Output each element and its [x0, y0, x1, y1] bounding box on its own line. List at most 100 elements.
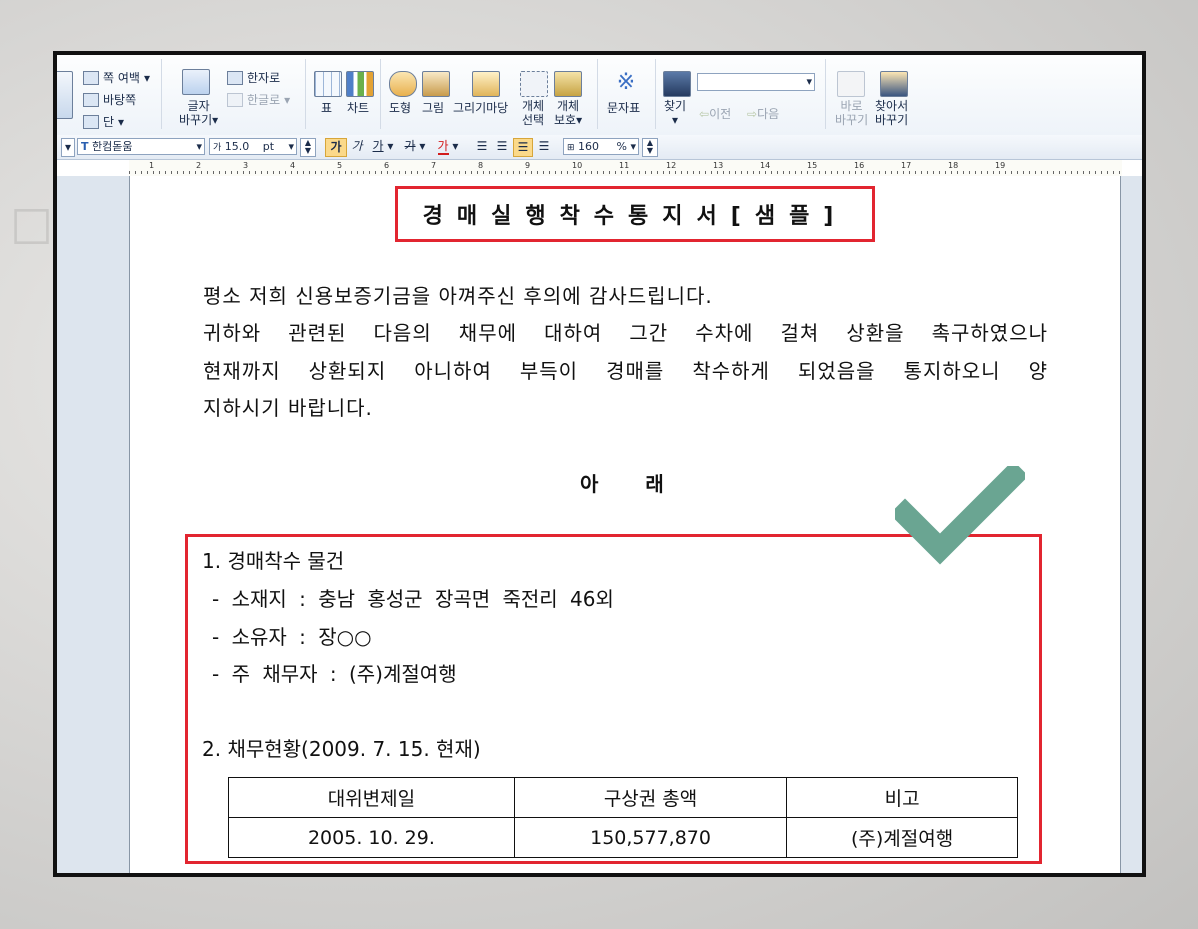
column-label: 단: [103, 115, 115, 129]
column-button[interactable]: 단 ▾: [83, 113, 124, 130]
font-name: 한컴돋움: [92, 140, 133, 153]
symbol-icon: ※: [616, 70, 636, 95]
item-1-heading: 1. 경매착수 물건: [202, 549, 345, 573]
page-margin-button[interactable]: 쪽 여백 ▾: [83, 69, 150, 86]
header-subrogation-date: 대위변제일: [228, 777, 515, 818]
page-icon: [57, 71, 73, 119]
item-2-heading: 2. 채무현황(2009. 7. 15. 현재): [202, 737, 481, 761]
hanja-icon: [227, 70, 243, 85]
main-debtor-line: - 주 채무자 : (주)계절여행: [212, 662, 457, 686]
cell-amount: 150,577,870: [513, 817, 788, 858]
italic-button[interactable]: 가: [349, 138, 365, 155]
screenshot-frame: 쪽 여백 ▾ 바탕쪽 단 ▾ 글자 바꾸기▾ 한자로 한글로 ▾ 표 차트 도형…: [53, 51, 1146, 877]
zoom-value: 160: [578, 140, 600, 153]
arrow-left-icon: ⇦: [699, 106, 710, 121]
page-margin-label: 쪽 여백: [103, 71, 140, 85]
lock-icon: [554, 71, 582, 97]
paragraph-line-1: 평소 저희 신용보증기금을 아껴주신 후의에 감사드립니다.: [203, 284, 713, 308]
font-select[interactable]: T 한컴돋움 ▾: [77, 138, 205, 155]
table-label: 표: [321, 101, 333, 115]
paragraph-line-2: 귀하와 관련된 다음의 채무에 대하여 그간 수차에 걸쳐 상환을 촉구하였으나: [203, 321, 1048, 345]
object-protect-label-2: 보호▾: [554, 113, 583, 127]
justify-icon[interactable]: ☰: [473, 138, 491, 155]
object-select-label-2: 선택: [522, 113, 545, 127]
table-icon: [314, 71, 342, 97]
table-header-row: 대위변제일 구상권 총액 비고: [228, 777, 1018, 818]
shape-label: 도형: [389, 101, 412, 115]
header-note: 비고: [786, 777, 1018, 818]
check-mark-icon: [895, 466, 1025, 565]
direct-replace-label-2: 바꾸기: [835, 113, 869, 127]
prev-button[interactable]: ⇦ 이전: [699, 105, 731, 122]
to-hanja-label: 한자로: [247, 71, 281, 85]
highlighted-list-box: 1. 경매착수 물건 - 소재지 : 충남 홍성군 장곡면 죽전리 46외 - …: [185, 534, 1042, 864]
bold-button[interactable]: 가: [325, 138, 347, 157]
cell-note: (주)계절여행: [786, 817, 1018, 858]
font-size-unit: pt: [262, 140, 275, 153]
format-toolbar: ▾ T 한컴돋움 ▾ 가 15.0 pt ▾ ▲ ▼ 가 가 가 ▾ 가 ▾ 가 …: [57, 135, 1142, 160]
underline-button[interactable]: 가 ▾: [369, 138, 397, 155]
next-button[interactable]: ⇨ 다음: [747, 105, 779, 122]
hangul-icon: [227, 92, 243, 107]
arrow-right-icon: ⇨: [747, 106, 758, 121]
ribbon-toolbar: 쪽 여백 ▾ 바탕쪽 단 ▾ 글자 바꾸기▾ 한자로 한글로 ▾ 표 차트 도형…: [57, 55, 1142, 136]
font-size-input[interactable]: 가 15.0 pt ▾: [209, 138, 297, 155]
style-dropdown[interactable]: ▾: [61, 138, 75, 157]
zoom-unit: %: [616, 140, 627, 153]
align-right-icon[interactable]: ☰: [535, 138, 553, 155]
next-label: 다음: [757, 107, 780, 121]
find-label: 찾기: [664, 99, 687, 113]
picture-icon: [422, 71, 450, 97]
zoom-icon: ⊞: [567, 143, 575, 153]
to-hanja-button[interactable]: 한자로: [227, 69, 280, 86]
find-replace-icon: [880, 71, 908, 97]
find-input[interactable]: ▾: [697, 73, 815, 91]
replace-icon: [837, 71, 865, 97]
find-replace-label-1: 찾아서: [875, 99, 909, 113]
strike-button[interactable]: 가 ▾: [401, 138, 429, 155]
horizontal-ruler[interactable]: 1 2 3 4 5 6 7 8 9 10 11 12 13 14 15 16 1…: [129, 160, 1122, 177]
align-center-icon[interactable]: ☰: [513, 138, 533, 157]
section-heading: 아 래: [580, 472, 664, 496]
object-protect-label-1: 개체: [557, 99, 580, 113]
to-hangul-label: 한글로: [247, 93, 281, 107]
background-decoration: ☐: [10, 200, 54, 256]
char-change-label-1: 글자: [187, 99, 210, 113]
cell-date: 2005. 10. 29.: [228, 817, 515, 858]
object-select-label-1: 개체: [522, 99, 545, 113]
zoom-input[interactable]: ⊞ 160 % ▾: [563, 138, 639, 155]
background-page-label: 바탕쪽: [103, 93, 137, 107]
font-type-icon: T: [81, 140, 89, 153]
zoom-stepper[interactable]: ▲ ▼: [642, 138, 658, 157]
char-change-label-2: 바꾸기▾: [179, 113, 219, 127]
paragraph-line-4: 지하시기 바랍니다.: [203, 396, 373, 420]
location-line: - 소재지 : 충남 홍성군 장곡면 죽전리 46외: [212, 587, 614, 611]
binoculars-icon: [663, 71, 691, 97]
debt-status-table: 대위변제일 구상권 총액 비고 2005. 10. 29. 150,577,87…: [228, 777, 1018, 858]
background-page-icon: [83, 92, 99, 107]
column-icon: [83, 114, 99, 129]
background-page-button[interactable]: 바탕쪽: [83, 91, 136, 108]
drawing-yard-icon: [472, 71, 500, 97]
chart-label: 차트: [347, 101, 370, 115]
picture-label: 그림: [422, 101, 445, 115]
owner-line: - 소유자 : 장○○: [212, 625, 372, 649]
shape-icon: [389, 71, 417, 97]
prev-label: 이전: [709, 107, 732, 121]
char-change-icon: [182, 69, 210, 95]
chart-icon: [346, 71, 374, 97]
paragraph-line-3: 현재까지 상환되지 아니하여 부득이 경매를 착수하게 되었음을 통지하오니 양: [203, 359, 1048, 383]
page-margin-icon: [83, 70, 99, 85]
document-title: 경매실행착수통지서[샘플]: [395, 186, 875, 242]
font-color-button[interactable]: 가 ▾: [433, 138, 463, 155]
drawing-yard-label: 그리기마당: [453, 101, 509, 115]
font-size-stepper[interactable]: ▲ ▼: [300, 138, 316, 157]
font-size-icon: 가: [213, 143, 222, 153]
to-hangul-button[interactable]: 한글로 ▾: [227, 91, 290, 108]
direct-replace-label-1: 바로: [840, 99, 863, 113]
object-select-icon: [520, 71, 548, 97]
table-row: 2005. 10. 29. 150,577,870 (주)계절여행: [228, 817, 1018, 858]
symbol-table-label: 문자표: [607, 101, 641, 115]
align-left-icon[interactable]: ☰: [493, 138, 511, 155]
find-replace-label-2: 바꾸기: [875, 113, 909, 127]
